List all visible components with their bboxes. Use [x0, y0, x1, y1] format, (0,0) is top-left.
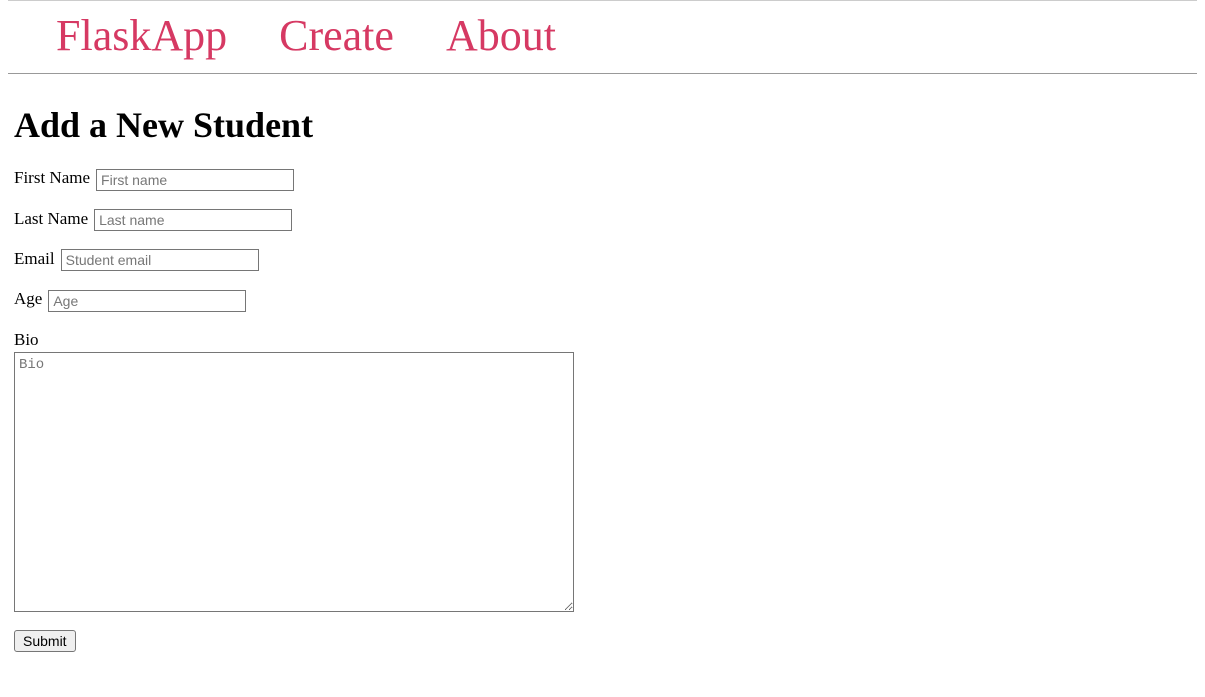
last-name-row: Last Name — [14, 209, 1191, 231]
submit-row: Submit — [14, 630, 1191, 652]
first-name-row: First Name — [14, 168, 1191, 190]
email-row: Email — [14, 249, 1191, 271]
nav-create-link[interactable]: Create — [279, 1, 394, 71]
submit-button[interactable]: Submit — [14, 630, 76, 652]
age-label: Age — [14, 289, 42, 308]
first-name-input[interactable] — [96, 169, 294, 191]
first-name-label: First Name — [14, 168, 90, 187]
nav-about-link[interactable]: About — [446, 1, 556, 71]
bio-label: Bio — [14, 330, 39, 349]
age-row: Age — [14, 289, 1191, 311]
top-nav: FlaskApp Create About — [8, 0, 1197, 74]
last-name-label: Last Name — [14, 209, 88, 228]
bio-textarea[interactable] — [14, 352, 574, 612]
add-student-form: First Name Last Name Email Age Bio Submi… — [14, 168, 1191, 651]
email-input[interactable] — [61, 249, 259, 271]
bio-row: Bio — [14, 330, 1191, 612]
last-name-input[interactable] — [94, 209, 292, 231]
nav-brand-link[interactable]: FlaskApp — [56, 1, 227, 71]
main-content: Add a New Student First Name Last Name E… — [0, 104, 1205, 651]
page-title: Add a New Student — [14, 104, 1191, 146]
age-input[interactable] — [48, 290, 246, 312]
email-label: Email — [14, 249, 55, 268]
